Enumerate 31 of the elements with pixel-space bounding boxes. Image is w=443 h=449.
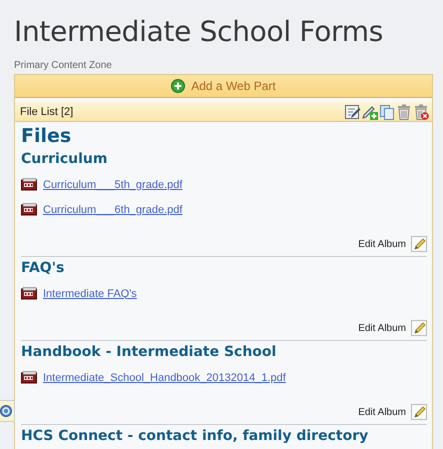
edit-album-link[interactable]: Edit Album <box>358 322 406 334</box>
copy-icon[interactable] <box>379 104 395 120</box>
page-title: Intermediate School Forms <box>14 14 384 50</box>
pencil-icon[interactable] <box>411 320 427 336</box>
pdf-icon <box>21 371 37 384</box>
trash-delete-icon[interactable] <box>413 104 429 120</box>
file-link[interactable]: Intermediate_School_Handbook_20132014_1.pdf <box>43 372 286 384</box>
help-tab[interactable] <box>0 400 15 422</box>
edit-album-link[interactable]: Edit Album <box>358 406 406 418</box>
files-heading: Files <box>21 124 72 148</box>
pdf-icon <box>21 178 37 191</box>
webpart-title: File List [2] <box>20 106 74 118</box>
album-title: Handbook - Intermediate School <box>21 343 278 361</box>
album-title: HCS Connect - contact info, family directory <box>21 427 370 445</box>
edit-add-icon[interactable] <box>362 104 378 120</box>
album-title: Curriculum <box>21 150 108 168</box>
add-icon <box>171 79 186 93</box>
album-title: FAQ's <box>21 259 66 277</box>
file-link[interactable]: Curriculum___5th_grade.pdf <box>43 178 182 190</box>
zone-label: Primary Content Zone <box>14 60 113 71</box>
file-link[interactable]: Curriculum___6th_grade.pdf <box>43 204 182 216</box>
edit-icon[interactable] <box>345 104 361 120</box>
file-link[interactable]: Intermediate FAQ's <box>43 288 137 300</box>
trash-icon[interactable] <box>396 104 412 120</box>
edit-album-link[interactable]: Edit Album <box>358 238 406 250</box>
pencil-icon[interactable] <box>411 404 427 420</box>
pencil-icon[interactable] <box>411 236 427 252</box>
pdf-icon <box>21 203 37 216</box>
pdf-icon <box>21 287 37 300</box>
add-web-part-button[interactable]: Add a Web Part <box>15 75 432 98</box>
help-icon <box>0 405 12 417</box>
